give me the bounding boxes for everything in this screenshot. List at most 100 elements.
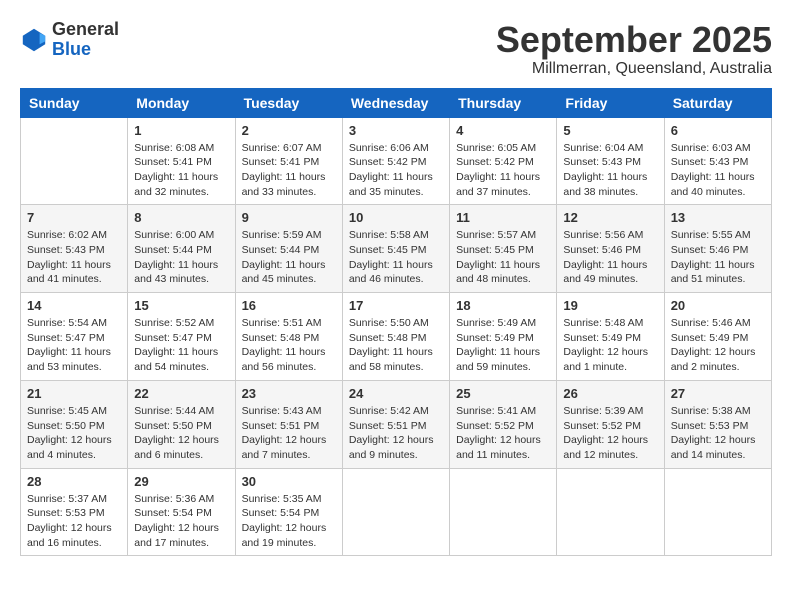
day-info: Sunrise: 6:08 AMSunset: 5:41 PMDaylight:… <box>134 141 228 200</box>
day-number: 4 <box>456 123 550 138</box>
day-number: 12 <box>563 210 657 225</box>
logo: General Blue <box>20 20 119 60</box>
calendar-cell: 10 Sunrise: 5:58 AMSunset: 5:45 PMDayligh… <box>342 205 449 293</box>
calendar-cell: 14 Sunrise: 5:54 AMSunset: 5:47 PMDayligh… <box>21 293 128 381</box>
day-number: 23 <box>242 386 336 401</box>
day-number: 1 <box>134 123 228 138</box>
day-number: 16 <box>242 298 336 313</box>
day-info: Sunrise: 5:59 AMSunset: 5:44 PMDaylight:… <box>242 228 336 287</box>
day-number: 8 <box>134 210 228 225</box>
weekday-header-friday: Friday <box>557 88 664 117</box>
day-number: 20 <box>671 298 765 313</box>
calendar-cell: 9Sunrise: 5:59 AMSunset: 5:44 PMDaylight… <box>235 205 342 293</box>
day-info: Sunrise: 6:02 AMSunset: 5:43 PMDaylight:… <box>27 228 121 287</box>
calendar-week-row: 21Sunrise: 5:45 AMSunset: 5:50 PMDayligh… <box>21 380 772 468</box>
calendar-cell: 8 Sunrise: 6:00 AMSunset: 5:44 PMDaylight… <box>128 205 235 293</box>
day-info: Sunrise: 6:03 AMSunset: 5:43 PMDaylight:… <box>671 141 765 200</box>
month-title: September 2025 <box>496 20 772 60</box>
day-number: 10 <box>349 210 443 225</box>
logo-icon <box>20 26 48 54</box>
day-info: Sunrise: 5:51 AMSunset: 5:48 PMDaylight:… <box>242 316 336 375</box>
calendar-cell: 21Sunrise: 5:45 AMSunset: 5:50 PMDayligh… <box>21 380 128 468</box>
calendar-cell: 11 Sunrise: 5:57 AMSunset: 5:45 PMDayligh… <box>450 205 557 293</box>
calendar-cell: 6 Sunrise: 6:03 AMSunset: 5:43 PMDaylight… <box>664 117 771 205</box>
day-number: 3 <box>349 123 443 138</box>
calendar-week-row: 7 Sunrise: 6:02 AMSunset: 5:43 PMDaylight… <box>21 205 772 293</box>
calendar-cell <box>342 468 449 556</box>
calendar-cell: 2 Sunrise: 6:07 AMSunset: 5:41 PMDaylight… <box>235 117 342 205</box>
calendar-cell: 16 Sunrise: 5:51 AMSunset: 5:48 PMDayligh… <box>235 293 342 381</box>
day-number: 24 <box>349 386 443 401</box>
location-subtitle: Millmerran, Queensland, Australia <box>496 60 772 78</box>
day-info: Sunrise: 5:37 AMSunset: 5:53 PMDaylight:… <box>27 492 121 551</box>
weekday-header-thursday: Thursday <box>450 88 557 117</box>
calendar-cell: 28Sunrise: 5:37 AMSunset: 5:53 PMDayligh… <box>21 468 128 556</box>
day-info: Sunrise: 6:05 AMSunset: 5:42 PMDaylight:… <box>456 141 550 200</box>
calendar-cell: 29 Sunrise: 5:36 AMSunset: 5:54 PMDayligh… <box>128 468 235 556</box>
day-info: Sunrise: 6:04 AMSunset: 5:43 PMDaylight:… <box>563 141 657 200</box>
day-info: Sunrise: 5:46 AMSunset: 5:49 PMDaylight:… <box>671 316 765 375</box>
day-info: Sunrise: 6:00 AMSunset: 5:44 PMDaylight:… <box>134 228 228 287</box>
day-info: Sunrise: 6:07 AMSunset: 5:41 PMDaylight:… <box>242 141 336 200</box>
calendar-week-row: 14 Sunrise: 5:54 AMSunset: 5:47 PMDayligh… <box>21 293 772 381</box>
calendar-cell: 19 Sunrise: 5:48 AMSunset: 5:49 PMDayligh… <box>557 293 664 381</box>
weekday-header-monday: Monday <box>128 88 235 117</box>
calendar-cell <box>664 468 771 556</box>
day-info: Sunrise: 5:43 AMSunset: 5:51 PMDaylight:… <box>242 404 336 463</box>
day-number: 6 <box>671 123 765 138</box>
day-info: Sunrise: 5:41 AMSunset: 5:52 PMDaylight:… <box>456 404 550 463</box>
calendar-header-row: SundayMondayTuesdayWednesdayThursdayFrid… <box>21 88 772 117</box>
day-info: Sunrise: 5:54 AMSunset: 5:47 PMDaylight:… <box>27 316 121 375</box>
calendar-cell: 4 Sunrise: 6:05 AMSunset: 5:42 PMDaylight… <box>450 117 557 205</box>
calendar-cell: 5 Sunrise: 6:04 AMSunset: 5:43 PMDaylight… <box>557 117 664 205</box>
calendar-cell: 7 Sunrise: 6:02 AMSunset: 5:43 PMDaylight… <box>21 205 128 293</box>
calendar-cell: 26 Sunrise: 5:39 AMSunset: 5:52 PMDayligh… <box>557 380 664 468</box>
day-number: 14 <box>27 298 121 313</box>
calendar-cell <box>21 117 128 205</box>
calendar-cell: 18 Sunrise: 5:49 AMSunset: 5:49 PMDayligh… <box>450 293 557 381</box>
day-info: Sunrise: 5:39 AMSunset: 5:52 PMDaylight:… <box>563 404 657 463</box>
day-number: 7 <box>27 210 121 225</box>
logo-general-text: General <box>52 19 119 39</box>
calendar-cell: 12 Sunrise: 5:56 AMSunset: 5:46 PMDayligh… <box>557 205 664 293</box>
day-info: Sunrise: 5:42 AMSunset: 5:51 PMDaylight:… <box>349 404 443 463</box>
day-number: 5 <box>563 123 657 138</box>
calendar-cell <box>557 468 664 556</box>
day-info: Sunrise: 5:49 AMSunset: 5:49 PMDaylight:… <box>456 316 550 375</box>
calendar-cell: 24 Sunrise: 5:42 AMSunset: 5:51 PMDayligh… <box>342 380 449 468</box>
calendar-cell: 1 Sunrise: 6:08 AMSunset: 5:41 PMDaylight… <box>128 117 235 205</box>
day-info: Sunrise: 5:44 AMSunset: 5:50 PMDaylight:… <box>134 404 228 463</box>
calendar-cell: 20 Sunrise: 5:46 AMSunset: 5:49 PMDayligh… <box>664 293 771 381</box>
day-number: 18 <box>456 298 550 313</box>
day-info: Sunrise: 5:55 AMSunset: 5:46 PMDaylight:… <box>671 228 765 287</box>
day-info: Sunrise: 5:36 AMSunset: 5:54 PMDaylight:… <box>134 492 228 551</box>
calendar-week-row: 28Sunrise: 5:37 AMSunset: 5:53 PMDayligh… <box>21 468 772 556</box>
day-number: 25 <box>456 386 550 401</box>
day-number: 27 <box>671 386 765 401</box>
title-block: September 2025 Millmerran, Queensland, A… <box>496 20 772 78</box>
day-number: 11 <box>456 210 550 225</box>
calendar-cell <box>450 468 557 556</box>
day-number: 17 <box>349 298 443 313</box>
day-info: Sunrise: 5:50 AMSunset: 5:48 PMDaylight:… <box>349 316 443 375</box>
calendar-cell: 23 Sunrise: 5:43 AMSunset: 5:51 PMDayligh… <box>235 380 342 468</box>
calendar-cell: 3Sunrise: 6:06 AMSunset: 5:42 PMDaylight… <box>342 117 449 205</box>
logo-text: General Blue <box>52 20 119 60</box>
day-info: Sunrise: 5:56 AMSunset: 5:46 PMDaylight:… <box>563 228 657 287</box>
day-number: 30 <box>242 474 336 489</box>
calendar-cell: 27Sunrise: 5:38 AMSunset: 5:53 PMDayligh… <box>664 380 771 468</box>
day-info: Sunrise: 5:48 AMSunset: 5:49 PMDaylight:… <box>563 316 657 375</box>
day-info: Sunrise: 5:45 AMSunset: 5:50 PMDaylight:… <box>27 404 121 463</box>
day-number: 29 <box>134 474 228 489</box>
calendar-cell: 13Sunrise: 5:55 AMSunset: 5:46 PMDayligh… <box>664 205 771 293</box>
calendar-cell: 22Sunrise: 5:44 AMSunset: 5:50 PMDayligh… <box>128 380 235 468</box>
weekday-header-wednesday: Wednesday <box>342 88 449 117</box>
day-info: Sunrise: 5:57 AMSunset: 5:45 PMDaylight:… <box>456 228 550 287</box>
day-info: Sunrise: 5:58 AMSunset: 5:45 PMDaylight:… <box>349 228 443 287</box>
weekday-header-sunday: Sunday <box>21 88 128 117</box>
day-number: 26 <box>563 386 657 401</box>
day-number: 15 <box>134 298 228 313</box>
day-number: 19 <box>563 298 657 313</box>
day-number: 2 <box>242 123 336 138</box>
calendar-table: SundayMondayTuesdayWednesdayThursdayFrid… <box>20 88 772 557</box>
